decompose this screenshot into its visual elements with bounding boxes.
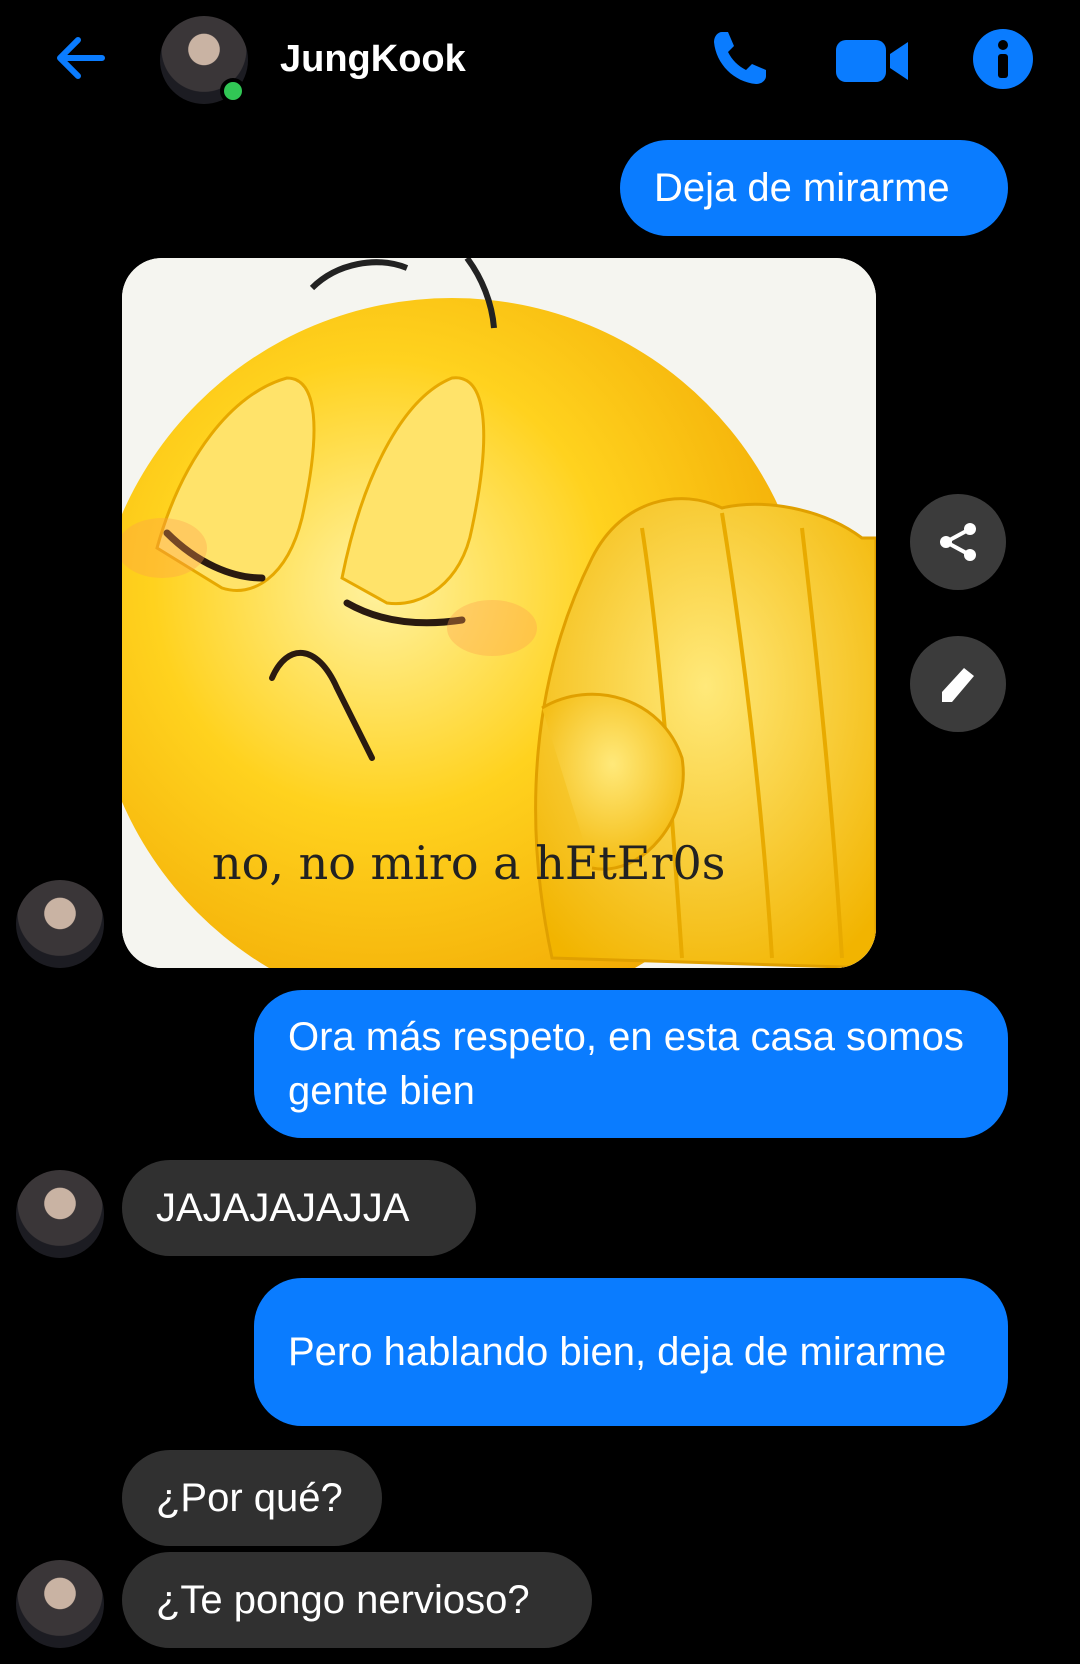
message-text: JAJAJAJAJJA <box>156 1186 410 1230</box>
back-arrow-icon[interactable] <box>52 30 108 86</box>
incoming-message[interactable]: ¿Por qué? <box>122 1450 382 1546</box>
incoming-message[interactable]: ¿Te pongo nervioso? <box>122 1552 592 1648</box>
edit-button[interactable] <box>910 636 1006 732</box>
message-text: Deja de mirarme <box>654 166 950 210</box>
outgoing-message[interactable]: Deja de mirarme <box>620 140 1008 236</box>
contact-name[interactable]: JungKook <box>280 38 466 81</box>
contact-avatar-small[interactable] <box>16 880 104 968</box>
phone-icon[interactable] <box>708 26 772 90</box>
message-text: Pero hablando bien, deja de mirarme <box>288 1330 947 1374</box>
outgoing-message[interactable]: Pero hablando bien, deja de mirarme <box>254 1278 1008 1426</box>
message-text: ¿Por qué? <box>156 1476 343 1520</box>
outgoing-message[interactable]: Ora más respeto, en esta casa somos gent… <box>254 990 1008 1138</box>
image-message[interactable]: no, no miro a hEtEr0s <box>122 258 876 968</box>
info-icon[interactable] <box>972 28 1034 90</box>
incoming-message[interactable]: JAJAJAJAJJA <box>122 1160 476 1256</box>
image-caption: no, no miro a hEtEr0s <box>212 836 726 890</box>
message-text: Ora más respeto, en esta casa somos gent… <box>288 1015 964 1113</box>
contact-avatar-small[interactable] <box>16 1560 104 1648</box>
online-status-dot <box>220 78 246 104</box>
message-text: ¿Te pongo nervioso? <box>156 1578 530 1622</box>
share-icon <box>940 523 976 561</box>
contact-avatar-small[interactable] <box>16 1170 104 1258</box>
share-button[interactable] <box>910 494 1006 590</box>
pencil-icon <box>942 668 974 702</box>
video-camera-icon[interactable] <box>836 36 910 86</box>
